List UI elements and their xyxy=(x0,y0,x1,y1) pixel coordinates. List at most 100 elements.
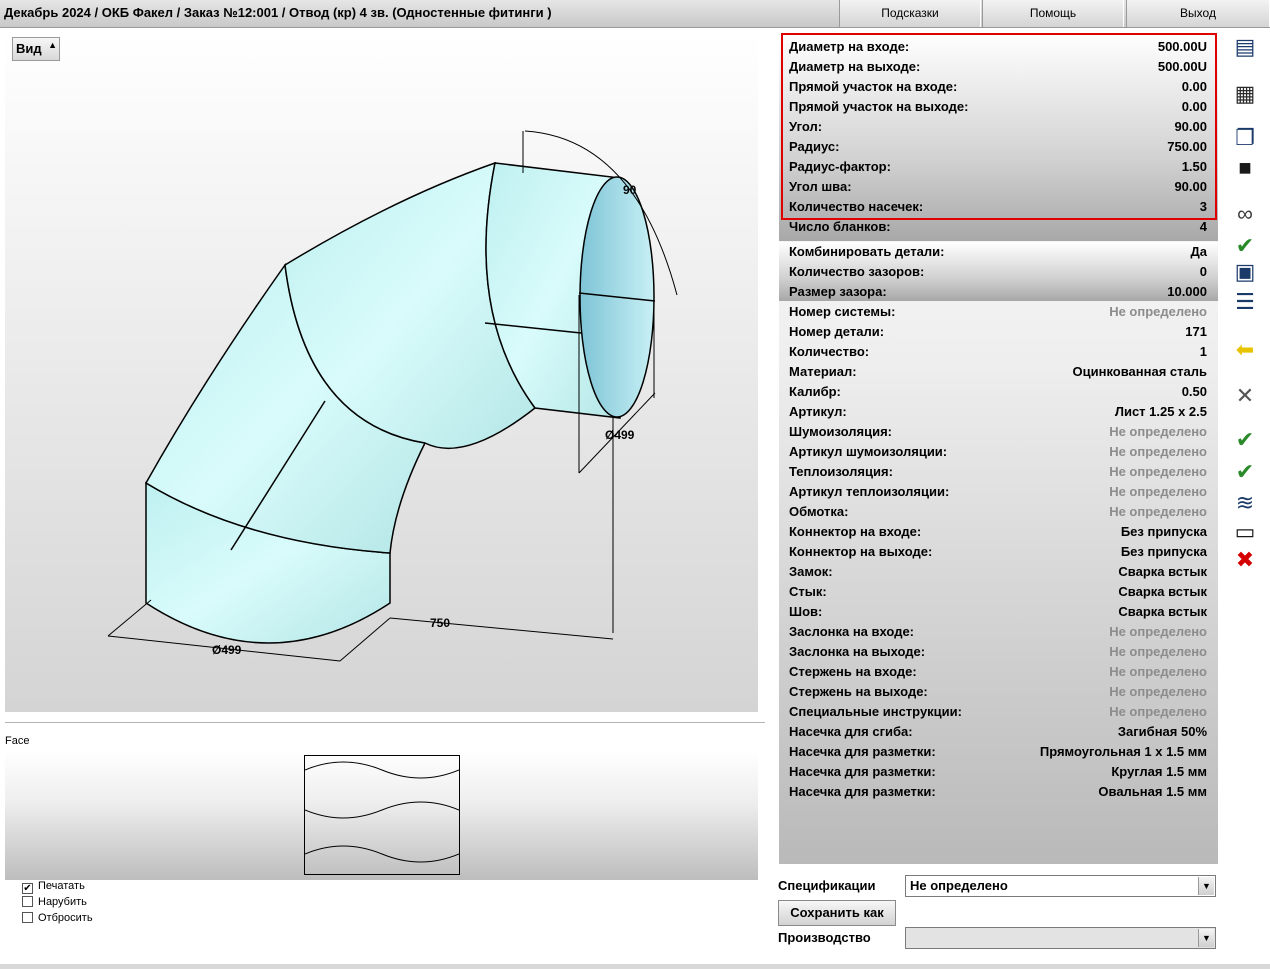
property-row[interactable]: Специальные инструкции: Не определено xyxy=(789,702,1207,722)
property-row[interactable]: Насечка для разметки: Круглая 1.5 мм xyxy=(789,762,1207,782)
document-check-icon[interactable]: ✔ xyxy=(1231,426,1259,454)
property-row[interactable]: Насечка для разметки: Овальная 1.5 мм xyxy=(789,782,1207,802)
property-value[interactable]: Загибная 50% xyxy=(1118,722,1207,742)
checkbox-checked[interactable]: ✔ xyxy=(22,883,33,894)
document-grid-icon[interactable]: ▦ xyxy=(1231,80,1259,108)
property-value[interactable]: Не определено xyxy=(1109,682,1207,702)
save-icon[interactable]: ■ xyxy=(1231,154,1259,182)
open-book-icon[interactable]: ▭ xyxy=(1231,518,1259,546)
property-row[interactable]: Число бланков: 4 xyxy=(789,217,1207,237)
documents-check-icon[interactable]: ✔ xyxy=(1231,458,1259,486)
property-row[interactable]: Теплоизоляция: Не определено xyxy=(789,462,1207,482)
property-row[interactable]: Заслонка на входе: Не определено xyxy=(789,622,1207,642)
property-value[interactable]: Не определено xyxy=(1109,642,1207,662)
property-value[interactable]: Не определено xyxy=(1109,482,1207,502)
cancel-x-icon[interactable]: ✕ xyxy=(1231,382,1259,410)
discard-checkbox[interactable]: Отбросить xyxy=(22,912,93,926)
property-label: Заслонка на входе: xyxy=(789,624,915,639)
cut-checkbox[interactable]: Нарубить xyxy=(22,896,87,910)
wave-document-icon[interactable]: ≋ xyxy=(1231,489,1259,517)
back-arrow-icon[interactable]: ⬅ xyxy=(1231,336,1259,364)
property-value[interactable]: Да xyxy=(1191,242,1208,262)
property-value[interactable]: 4 xyxy=(1200,217,1207,237)
property-row[interactable]: Номер системы: Не определено xyxy=(789,302,1207,322)
production-select[interactable]: ▼ xyxy=(905,927,1216,949)
property-label: Шов: xyxy=(789,604,823,619)
property-value[interactable]: Не определено xyxy=(1109,462,1207,482)
property-value[interactable]: Не определено xyxy=(1109,702,1207,722)
property-value[interactable]: Сварка встык xyxy=(1118,602,1207,622)
property-label: Специальные инструкции: xyxy=(789,704,962,719)
property-value[interactable]: Прямоугольная 1 x 1.5 мм xyxy=(1040,742,1207,762)
property-row[interactable]: Калибр: 0.50 xyxy=(789,382,1207,402)
property-row[interactable]: Количество зазоров: 0 xyxy=(789,262,1207,282)
property-value[interactable]: Без припуска xyxy=(1121,522,1207,542)
property-value[interactable]: 171 xyxy=(1185,322,1207,342)
save-as-button[interactable]: Сохранить как xyxy=(778,900,896,926)
checkbox-unchecked[interactable] xyxy=(22,896,33,907)
property-value[interactable]: 1 xyxy=(1200,342,1207,362)
inlet-diameter-dimension: Ø499 xyxy=(212,643,242,657)
property-row[interactable]: Шов: Сварка встык xyxy=(789,602,1207,622)
property-row[interactable]: Замок: Сварка встык xyxy=(789,562,1207,582)
document-view-icon[interactable]: ▤ xyxy=(1231,33,1259,61)
property-row[interactable]: Комбинировать детали: Да xyxy=(789,242,1207,262)
property-label: Комбинировать детали: xyxy=(789,244,945,259)
property-value[interactable]: Не определено xyxy=(1109,302,1207,322)
property-value[interactable]: Круглая 1.5 мм xyxy=(1111,762,1207,782)
property-value[interactable]: Овальная 1.5 мм xyxy=(1098,782,1207,802)
print-checkbox[interactable]: ✔ Печатать xyxy=(22,880,85,894)
property-value[interactable]: Не определено xyxy=(1109,502,1207,522)
property-row[interactable]: Номер детали: 171 xyxy=(789,322,1207,342)
property-value[interactable]: Оцинкованная сталь xyxy=(1073,362,1207,382)
property-value[interactable]: Сварка встык xyxy=(1118,562,1207,582)
3d-view[interactable]: 90 Ø499 Ø499 750 xyxy=(5,33,758,712)
checkbox-unchecked[interactable] xyxy=(22,912,33,923)
hints-button[interactable]: Подсказки xyxy=(839,0,981,27)
glasses-icon[interactable]: ∞ xyxy=(1231,200,1259,228)
property-row[interactable]: Материал: Оцинкованная сталь xyxy=(789,362,1207,382)
property-value[interactable]: 0.50 xyxy=(1182,382,1207,402)
property-value[interactable]: Лист 1.25 x 2.5 xyxy=(1115,402,1207,422)
property-row[interactable]: Заслонка на выходе: Не определено xyxy=(789,642,1207,662)
property-row[interactable]: Количество: 1 xyxy=(789,342,1207,362)
view-menu-button[interactable]: Вид ▲ xyxy=(12,37,60,61)
help-button[interactable]: Помощь xyxy=(982,0,1124,27)
property-row[interactable]: Шумоизоляция: Не определено xyxy=(789,422,1207,442)
property-value[interactable]: Не определено xyxy=(1109,622,1207,642)
property-row[interactable]: Стык: Сварка встык xyxy=(789,582,1207,602)
property-label: Калибр: xyxy=(789,384,841,399)
property-row[interactable]: Размер зазора: 10.000 xyxy=(789,282,1207,302)
property-label: Насечка для разметки: xyxy=(789,784,936,799)
property-value[interactable]: 0 xyxy=(1200,262,1207,282)
report-icon[interactable]: ☰ xyxy=(1231,288,1259,316)
property-row[interactable]: Обмотка: Не определено xyxy=(789,502,1207,522)
chevron-down-icon[interactable]: ▼ xyxy=(1198,929,1214,947)
property-row[interactable]: Артикул: Лист 1.25 x 2.5 xyxy=(789,402,1207,422)
exit-button[interactable]: Выход xyxy=(1126,0,1270,27)
property-row[interactable]: Насечка для сгиба: Загибная 50% xyxy=(789,722,1207,742)
document-stack-icon[interactable]: ❐ xyxy=(1231,124,1259,152)
property-row[interactable]: Артикул теплоизоляции: Не определено xyxy=(789,482,1207,502)
property-value[interactable]: Не определено xyxy=(1109,442,1207,462)
property-value[interactable]: Без припуска xyxy=(1121,542,1207,562)
property-row[interactable]: Насечка для разметки: Прямоугольная 1 x 1… xyxy=(789,742,1207,762)
chevron-down-icon[interactable]: ▼ xyxy=(1198,877,1214,895)
property-row[interactable]: Коннектор на входе: Без припуска xyxy=(789,522,1207,542)
cut-delete-icon[interactable]: ✖ xyxy=(1231,546,1259,574)
property-value[interactable]: 10.000 xyxy=(1167,282,1207,302)
property-label: Коннектор на выходе: xyxy=(789,544,933,559)
note-check-icon[interactable]: ✔ xyxy=(1231,232,1259,260)
property-row[interactable]: Артикул шумоизоляции: Не определено xyxy=(789,442,1207,462)
property-row[interactable]: Коннектор на выходе: Без припуска xyxy=(789,542,1207,562)
property-row[interactable]: Стержень на выходе: Не определено xyxy=(789,682,1207,702)
property-label: Насечка для разметки: xyxy=(789,744,936,759)
property-row[interactable]: Стержень на входе: Не определено xyxy=(789,662,1207,682)
property-value[interactable]: Не определено xyxy=(1109,422,1207,442)
property-value[interactable]: Не определено xyxy=(1109,662,1207,682)
document-print-icon[interactable]: ▣ xyxy=(1231,258,1259,286)
property-value[interactable]: Сварка встык xyxy=(1118,582,1207,602)
specifications-select[interactable]: Не определено ▼ xyxy=(905,875,1216,897)
view-menu-label: Вид xyxy=(16,41,42,56)
property-label: Заслонка на выходе: xyxy=(789,644,926,659)
